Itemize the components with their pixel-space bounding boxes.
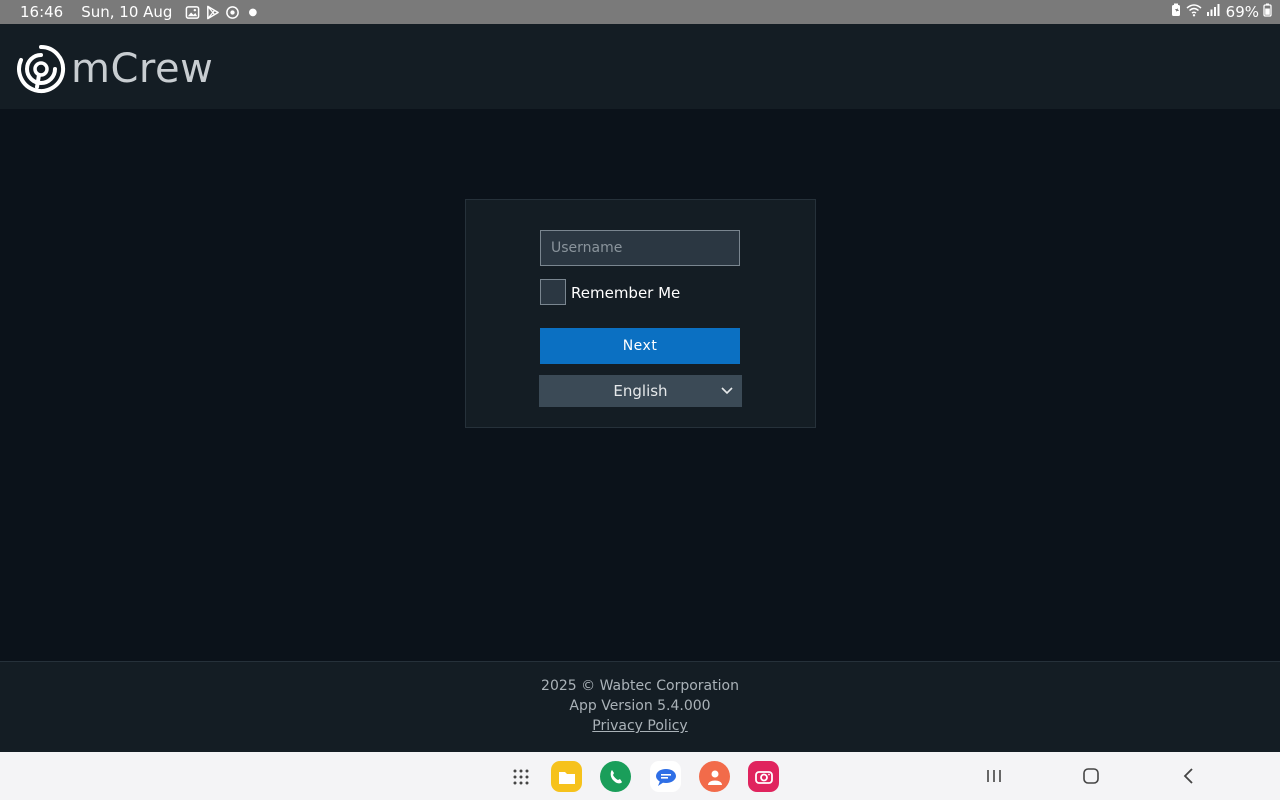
battery-percent: 69% <box>1225 3 1259 21</box>
battery-icon <box>1263 3 1272 21</box>
language-select[interactable]: English <box>539 375 742 407</box>
app-title: mCrew <box>71 46 214 92</box>
status-date: Sun, 10 Aug <box>81 3 173 21</box>
footer-copyright: 2025 © Wabtec Corporation <box>541 678 739 694</box>
app-footer: 2025 © Wabtec Corporation App Version 5.… <box>0 661 1280 752</box>
app-header: mCrew <box>0 24 1280 109</box>
footer-privacy-row: Privacy Policy <box>0 718 1280 734</box>
files-icon[interactable] <box>551 761 582 792</box>
system-navigation-bar <box>0 752 1280 800</box>
privacy-policy-link[interactable]: Privacy Policy <box>592 718 687 734</box>
login-card: Remember Me Next English <box>465 199 816 428</box>
camera-icon[interactable] <box>748 761 779 792</box>
status-left: 16:46 Sun, 10 Aug ● <box>20 0 257 24</box>
more-notifications-dot: ● <box>248 6 258 18</box>
battery-saver-icon <box>1170 3 1182 21</box>
main-content: Remember Me Next English <box>0 109 1280 661</box>
next-button[interactable]: Next <box>540 328 740 364</box>
back-button[interactable] <box>1177 764 1201 788</box>
home-button[interactable] <box>1079 764 1103 788</box>
recent-apps-button[interactable] <box>982 764 1006 788</box>
system-status-bar: 16:46 Sun, 10 Aug ● 69% <box>0 0 1280 24</box>
gallery-notification-icon <box>184 4 200 20</box>
status-right: 69% <box>1170 0 1272 24</box>
footer-app-version: App Version 5.4.000 <box>569 698 711 714</box>
app-drawer-icon[interactable] <box>505 761 536 792</box>
remember-me-checkbox[interactable] <box>540 279 566 305</box>
mcrew-logo-icon <box>16 44 66 94</box>
messages-icon[interactable] <box>650 761 681 792</box>
chevron-down-icon <box>720 383 734 397</box>
remember-me-label[interactable]: Remember Me <box>571 284 680 302</box>
phone-icon[interactable] <box>600 761 631 792</box>
play-store-notification-icon <box>204 4 220 20</box>
contacts-icon[interactable] <box>699 761 730 792</box>
username-input[interactable] <box>540 230 740 266</box>
status-time: 16:46 <box>20 3 64 21</box>
language-select-value: English <box>613 382 668 400</box>
cellular-signal-icon <box>1206 3 1220 21</box>
sync-notification-icon <box>224 4 240 20</box>
wifi-icon <box>1186 3 1202 21</box>
